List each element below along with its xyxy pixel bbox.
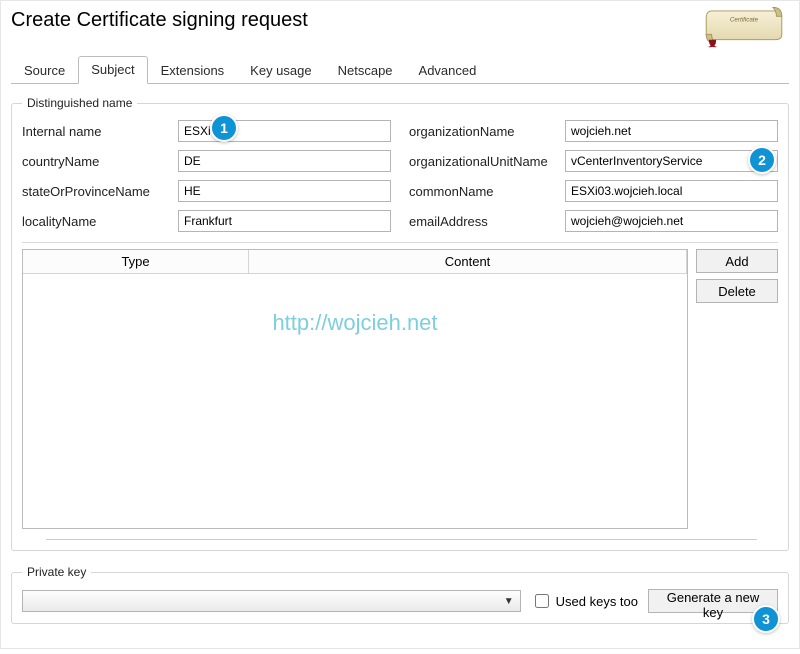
col-content[interactable]: Content	[249, 250, 687, 274]
used-keys-too-checkbox[interactable]: Used keys too	[531, 591, 638, 611]
label-country-name: countryName	[22, 154, 172, 169]
add-button[interactable]: Add	[696, 249, 778, 273]
input-locality-name[interactable]	[178, 210, 391, 232]
input-organization-name[interactable]	[565, 120, 778, 142]
divider-bottom	[46, 539, 757, 540]
generate-new-key-button[interactable]: Generate a new key	[648, 589, 778, 613]
csr-dialog: Create Certificate signing request Certi…	[0, 0, 800, 649]
label-email-address: emailAddress	[409, 214, 559, 229]
dn-extra-list[interactable]: Type Content http://wojcieh.net	[22, 249, 688, 529]
tab-netscape[interactable]: Netscape	[325, 57, 406, 84]
col-type[interactable]: Type	[23, 250, 249, 274]
delete-button[interactable]: Delete	[696, 279, 778, 303]
tab-key-usage[interactable]: Key usage	[237, 57, 324, 84]
input-country-name[interactable]	[178, 150, 391, 172]
label-locality-name: localityName	[22, 214, 172, 229]
tab-bar: Source Subject Extensions Key usage Nets…	[11, 55, 789, 84]
tab-extensions[interactable]: Extensions	[148, 57, 238, 84]
tab-subject[interactable]: Subject	[78, 56, 147, 84]
used-keys-too-box[interactable]	[535, 594, 549, 608]
private-key-combobox[interactable]: ▼	[22, 590, 521, 612]
distinguished-name-legend: Distinguished name	[22, 96, 137, 110]
label-organization-name: organizationName	[409, 124, 559, 139]
used-keys-too-label: Used keys too	[556, 594, 638, 609]
divider	[22, 242, 778, 243]
input-common-name[interactable]	[565, 180, 778, 202]
watermark-text: http://wojcieh.net	[23, 310, 687, 336]
input-email-address[interactable]	[565, 210, 778, 232]
label-state-or-province: stateOrProvinceName	[22, 184, 172, 199]
svg-text:Certificate: Certificate	[730, 17, 759, 24]
private-key-legend: Private key	[22, 565, 91, 579]
page-title: Create Certificate signing request	[11, 9, 308, 32]
label-organizational-unit-name: organizationalUnitName	[409, 154, 559, 169]
label-common-name: commonName	[409, 184, 559, 199]
tab-advanced[interactable]: Advanced	[406, 57, 490, 84]
chevron-down-icon: ▼	[504, 596, 514, 607]
private-key-group: Private key ▼ Used keys too Generate a n…	[11, 565, 789, 624]
scroll-logo: Certificate	[699, 7, 789, 49]
input-organizational-unit-name[interactable]	[565, 150, 778, 172]
input-state-or-province[interactable]	[178, 180, 391, 202]
input-internal-name[interactable]	[178, 120, 391, 142]
tab-source[interactable]: Source	[11, 57, 78, 84]
distinguished-name-group: Distinguished name Internal name country…	[11, 96, 789, 551]
label-internal-name: Internal name	[22, 124, 172, 139]
